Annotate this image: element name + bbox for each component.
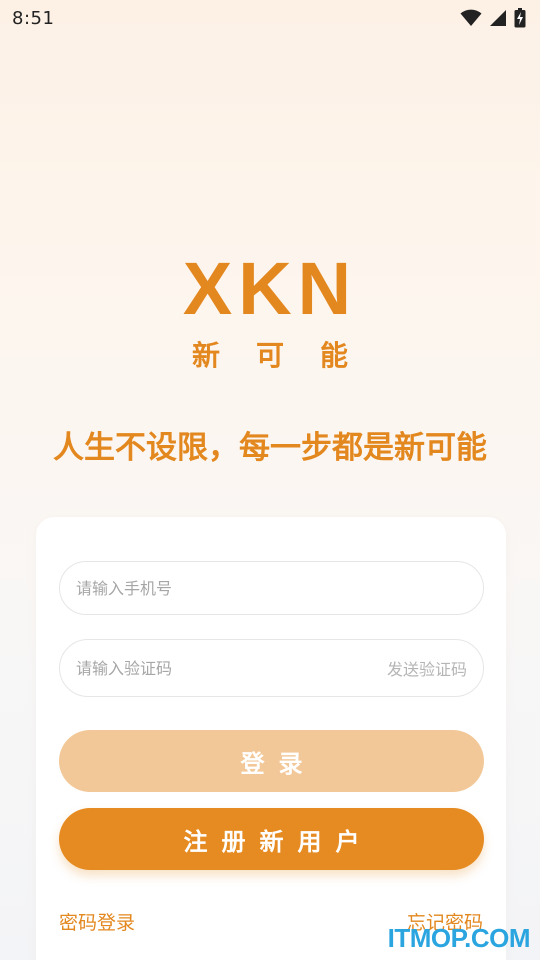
status-time: 8:51 — [12, 7, 55, 29]
verification-code-input[interactable] — [76, 658, 387, 678]
watermark: ITMOP.COM — [387, 923, 531, 953]
code-field: 发送验证码 — [59, 639, 484, 697]
phone-field — [59, 561, 484, 615]
slogan: 人生不设限，每一步都是新可能 — [53, 430, 487, 466]
app-logo: XKN — [182, 247, 358, 330]
status-icons — [460, 8, 526, 28]
battery-charging-icon — [514, 8, 526, 28]
register-button[interactable]: 注册新用户 — [59, 808, 484, 870]
login-button[interactable]: 登录 — [59, 730, 484, 792]
login-card: 发送验证码 登录 注册新用户 密码登录 忘记密码 — [36, 517, 506, 960]
wifi-icon — [460, 9, 482, 26]
password-login-link[interactable]: 密码登录 — [59, 908, 135, 935]
brand-name: 新可能 — [191, 339, 384, 372]
phone-input[interactable] — [76, 578, 467, 598]
status-bar: 8:51 — [0, 0, 540, 36]
send-code-button[interactable]: 发送验证码 — [387, 656, 467, 680]
signal-icon — [490, 10, 506, 26]
